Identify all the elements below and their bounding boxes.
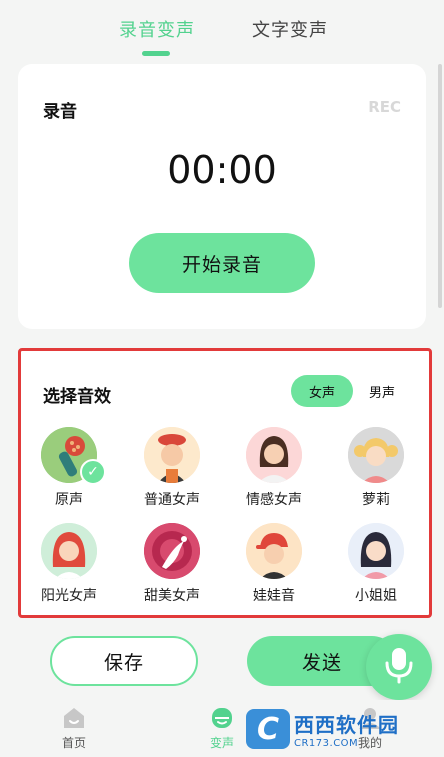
rec-indicator: REC (368, 98, 401, 116)
top-tab-bar: 录音变声 文字变声 (0, 0, 444, 60)
voice-option-normal-female[interactable]: 普通女声 (127, 427, 217, 509)
effects-title: 选择音效 (43, 387, 111, 407)
voice-label: 萝莉 (362, 492, 390, 508)
recorder-card: 录音 REC 00:00 开始录音 (18, 64, 426, 329)
recorder-title: 录音 (43, 102, 77, 122)
male-voice-toggle[interactable]: 男声 (361, 375, 403, 407)
young-woman-avatar-icon (348, 523, 404, 579)
nav-home-label: 首页 (61, 736, 86, 750)
voice-label: 阳光女声 (41, 588, 97, 604)
voice-option-baby-voice[interactable]: 娃娃音 (229, 523, 319, 605)
start-recording-button[interactable]: 开始录音 (129, 233, 315, 293)
voice-option-original[interactable]: ✓ 原声 (24, 427, 114, 509)
voice-option-loli[interactable]: 萝莉 (331, 427, 421, 509)
voice-label: 甜美女声 (144, 588, 200, 604)
microphone-icon (382, 645, 416, 689)
voice-option-young-lady[interactable]: 小姐姐 (331, 523, 421, 605)
kid-cap-avatar-icon (246, 523, 302, 579)
redhead-girl-avatar-icon (41, 523, 97, 579)
voice-label: 普通女声 (144, 492, 200, 508)
tab-text-voice[interactable]: 文字变声 (252, 16, 328, 42)
nav-home[interactable]: 首页 (44, 706, 104, 751)
nav-voice-change[interactable]: 变声 (192, 706, 252, 751)
save-button[interactable]: 保存 (50, 636, 198, 686)
woman-chef-avatar-icon (144, 427, 200, 483)
silhouette-avatar-icon (144, 523, 200, 579)
woman-avatar-icon (246, 427, 302, 483)
watermark-logo: C 西西软件园 CR173.COM (246, 706, 418, 752)
voice-label: 娃娃音 (253, 588, 295, 604)
active-tab-indicator (142, 51, 170, 56)
home-icon (61, 706, 87, 730)
voice-change-icon (209, 706, 235, 730)
nav-voice-label: 变声 (209, 736, 234, 750)
voice-label: 情感女声 (246, 492, 302, 508)
watermark-url: CR173.COM (294, 738, 359, 749)
tab-record-voice[interactable]: 录音变声 (119, 16, 195, 42)
voice-option-sunny-female[interactable]: 阳光女声 (24, 523, 114, 605)
girl-blonde-avatar-icon (348, 427, 404, 483)
voice-label: 小姐姐 (355, 588, 397, 604)
voice-option-sweet-female[interactable]: 甜美女声 (127, 523, 217, 605)
female-voice-toggle[interactable]: 女声 (291, 375, 353, 407)
watermark-c-icon: C (246, 709, 290, 749)
microphone-fab-button[interactable] (366, 634, 432, 700)
recording-timer: 00:00 (167, 148, 277, 192)
voice-label: 原声 (55, 492, 83, 508)
scrollbar[interactable] (438, 64, 442, 308)
voice-option-emotional-female[interactable]: 情感女声 (229, 427, 319, 509)
selected-check-icon: ✓ (80, 459, 106, 485)
watermark-title: 西西软件园 (294, 713, 399, 737)
voice-effects-card: 选择音效 女声 男声 ✓ 原声 普通女声 情感女声 萝莉 阳光女声 甜美女声 娃… (18, 348, 432, 618)
